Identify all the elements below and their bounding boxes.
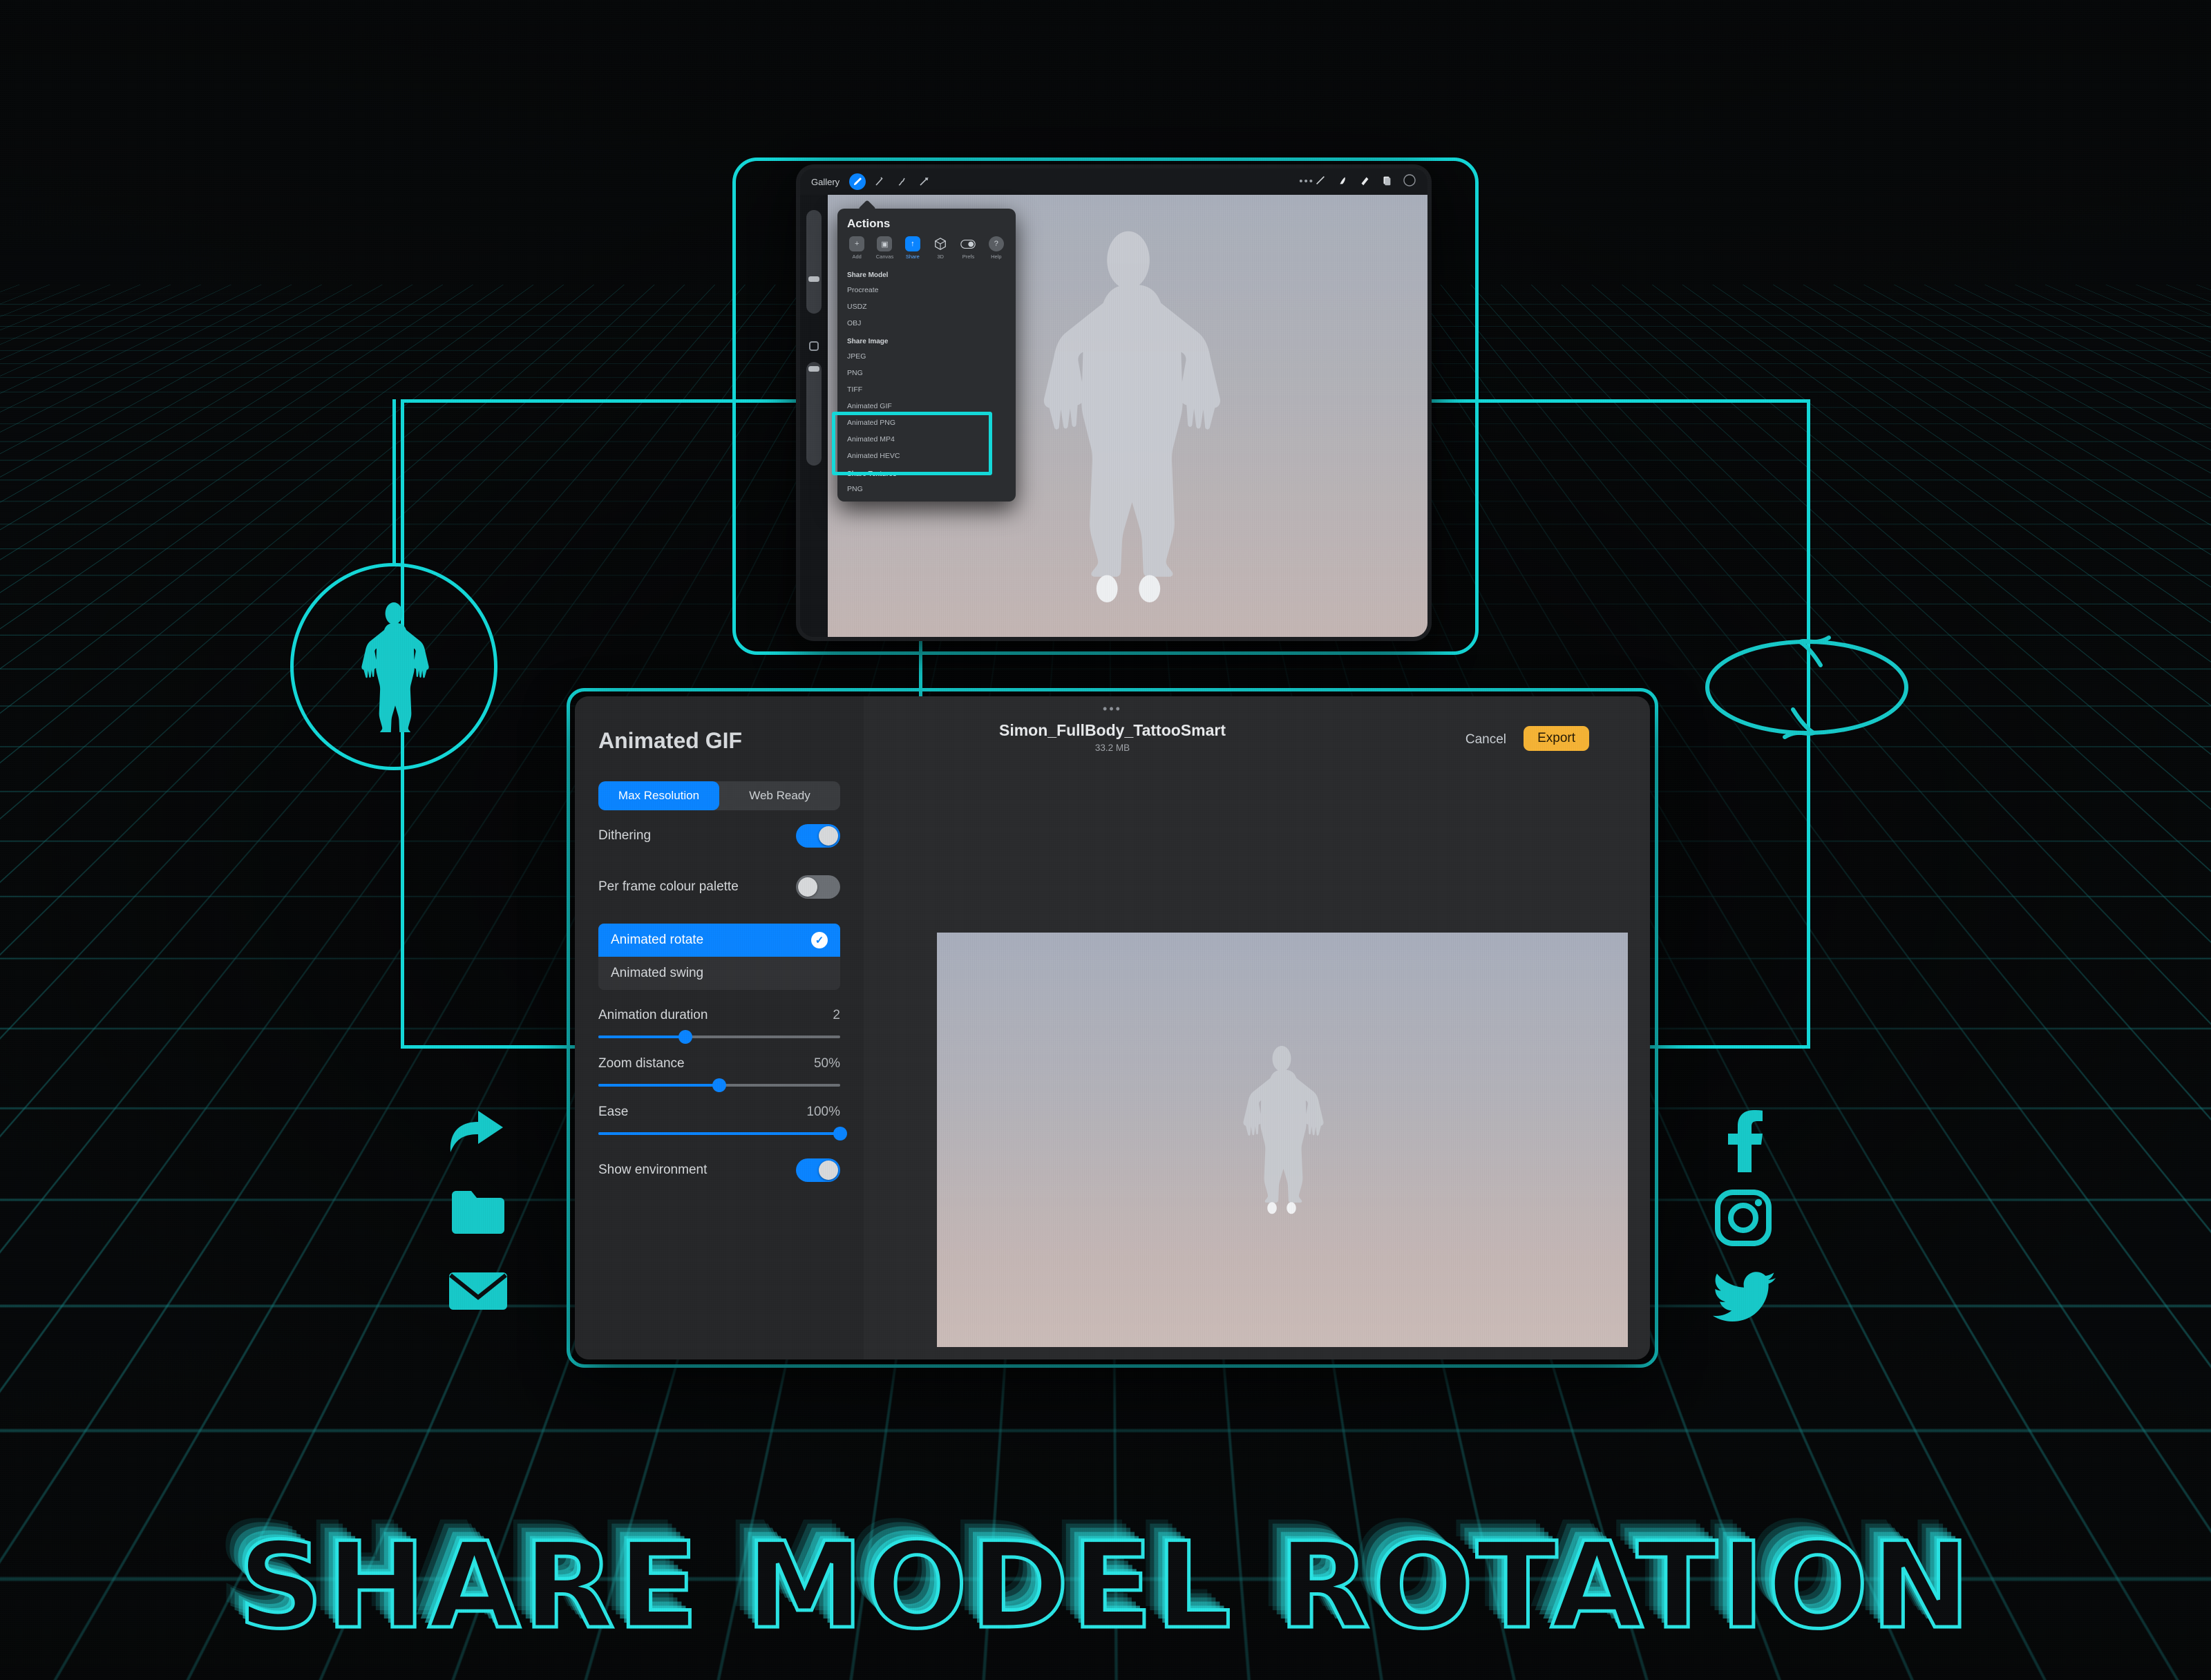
- show-environment-toggle[interactable]: [796, 1158, 840, 1182]
- animation-preview[interactable]: [937, 933, 1628, 1347]
- option-animated-rotate[interactable]: Animated rotate ✓: [598, 924, 840, 957]
- zoom-distance-label: Zoom distance: [598, 1056, 685, 1071]
- toolbar-right-group: [1314, 173, 1416, 191]
- file-name: Simon_FullBody_TattooSmart: [999, 721, 1226, 740]
- toggle-prefs-icon: [960, 236, 976, 251]
- preview-model-figure: [1230, 1015, 1334, 1243]
- check-icon: ✓: [811, 932, 828, 948]
- actions-tab-prefs[interactable]: Prefs: [954, 236, 982, 260]
- per-frame-palette-label: Per frame colour palette: [598, 879, 739, 895]
- dithering-toggle[interactable]: [796, 824, 840, 848]
- segment-web-ready[interactable]: Web Ready: [719, 781, 840, 810]
- brush-size-slider[interactable]: [806, 210, 822, 314]
- pen-icon[interactable]: [1336, 174, 1349, 190]
- row-dithering: Dithering: [598, 810, 840, 861]
- show-environment-label: Show environment: [598, 1163, 707, 1178]
- connector-right-bottom: [1644, 1045, 1810, 1049]
- add-icon: +: [849, 236, 864, 251]
- menu-item-jpeg[interactable]: JPEG: [837, 348, 1016, 365]
- model-figure-badge: [290, 563, 497, 770]
- animated-rotate-label: Animated rotate: [611, 933, 703, 948]
- brush-active-icon[interactable]: [849, 173, 866, 190]
- folder-icon[interactable]: [448, 1187, 509, 1243]
- actions-tab-add[interactable]: + Add: [843, 236, 871, 260]
- share-icon: ↑: [905, 236, 920, 251]
- twitter-icon[interactable]: [1712, 1271, 1776, 1328]
- dialog-title-block: Simon_FullBody_TattooSmart 33.2 MB: [999, 721, 1226, 753]
- actions-tab-canvas[interactable]: ▣ Canvas: [871, 236, 898, 260]
- cancel-button[interactable]: Cancel: [1465, 732, 1506, 747]
- ease-label: Ease: [598, 1105, 628, 1120]
- model-3d-figure: [1014, 222, 1242, 609]
- export-button[interactable]: Export: [1524, 726, 1589, 751]
- actions-title: Actions: [837, 216, 1016, 236]
- menu-item-usdz[interactable]: USDZ: [837, 298, 1016, 315]
- ease-track[interactable]: [598, 1132, 840, 1135]
- zoom-distance-value: 50%: [814, 1056, 840, 1071]
- slider-zoom-distance: Zoom distance 50%: [598, 1056, 840, 1087]
- email-icon[interactable]: [448, 1266, 509, 1320]
- menu-item-obj[interactable]: OBJ: [837, 315, 1016, 332]
- export-settings-panel: Animated GIF Max Resolution Web Ready Di…: [575, 696, 864, 1359]
- menu-item-procreate[interactable]: Procreate: [837, 282, 1016, 298]
- layers-stack-icon[interactable]: [1380, 174, 1393, 190]
- actions-tab-share[interactable]: ↑ Share: [899, 236, 927, 260]
- connector-left-bottom: [401, 1045, 580, 1049]
- orbit-rotation-icon-wrap: [1696, 604, 1917, 774]
- option-animated-swing[interactable]: Animated swing: [598, 957, 840, 990]
- ease-value: 100%: [806, 1105, 840, 1120]
- poster-canvas: Gallery •••: [0, 0, 2211, 1680]
- slider-animation-duration: Animation duration 2: [598, 1008, 840, 1038]
- animation-duration-value: 2: [833, 1008, 840, 1023]
- smudge-icon[interactable]: [871, 173, 888, 190]
- menu-item-textures-png[interactable]: PNG: [837, 481, 1016, 497]
- actions-tab-3d[interactable]: 3D: [927, 236, 954, 260]
- export-dialog: ••• Simon_FullBody_TattooSmart 33.2 MB C…: [575, 696, 1650, 1359]
- cube-3d-icon: [933, 236, 948, 251]
- per-frame-palette-toggle[interactable]: [796, 875, 840, 899]
- erase-icon[interactable]: [893, 173, 910, 190]
- actions-tab-help[interactable]: ? Help: [983, 236, 1010, 260]
- settings-title: Animated GIF: [598, 728, 840, 754]
- eraser-icon[interactable]: [1358, 174, 1371, 190]
- animation-mode-list: Animated rotate ✓ Animated swing: [598, 924, 840, 990]
- share-arrow-icon[interactable]: [442, 1105, 509, 1164]
- ipad-left-sidebar[interactable]: [800, 195, 828, 637]
- animated-swing-label: Animated swing: [611, 966, 703, 981]
- animation-duration-label: Animation duration: [598, 1008, 708, 1023]
- actions-tab-row: + Add ▣ Canvas ↑ Share 3D Pref: [837, 236, 1016, 265]
- opacity-slider[interactable]: [806, 362, 822, 466]
- gallery-button[interactable]: Gallery: [811, 177, 839, 187]
- dithering-label: Dithering: [598, 828, 651, 843]
- row-show-environment: Show environment: [598, 1145, 840, 1196]
- slider-ease: Ease 100%: [598, 1105, 840, 1135]
- modify-button[interactable]: [809, 341, 819, 351]
- resolution-segmented-control: Max Resolution Web Ready: [598, 781, 840, 810]
- zoom-distance-track[interactable]: [598, 1084, 840, 1087]
- animated-formats-highlight: [832, 412, 992, 475]
- instagram-icon[interactable]: [1714, 1188, 1773, 1251]
- brush-size-knob[interactable]: [808, 276, 819, 282]
- help-icon: ?: [989, 236, 1004, 251]
- facebook-icon[interactable]: [1724, 1109, 1767, 1176]
- color-swatch-icon[interactable]: [1403, 173, 1416, 191]
- layers-icon[interactable]: [915, 173, 932, 190]
- page-title: SHARE MODEL ROTATION: [0, 1516, 2211, 1655]
- animation-duration-track[interactable]: [598, 1035, 840, 1038]
- line-icon[interactable]: [1314, 174, 1327, 190]
- segment-max-resolution[interactable]: Max Resolution: [598, 781, 719, 810]
- menu-item-tiff[interactable]: TIFF: [837, 381, 1016, 398]
- canvas-icon: ▣: [877, 236, 892, 251]
- ipad-toolbar: Gallery •••: [800, 169, 1427, 195]
- opacity-knob[interactable]: [808, 366, 819, 372]
- connector-circle-stem: [392, 399, 396, 565]
- human-body-figure-icon: [352, 601, 435, 732]
- section-header-share-image: Share Image: [837, 332, 1016, 348]
- file-size: 33.2 MB: [999, 743, 1226, 753]
- section-header-share-model: Share Model: [837, 265, 1016, 282]
- menu-item-png[interactable]: PNG: [837, 365, 1016, 381]
- orbit-rotation-icon: [1696, 604, 1917, 770]
- row-per-frame-palette: Per frame colour palette: [598, 861, 840, 913]
